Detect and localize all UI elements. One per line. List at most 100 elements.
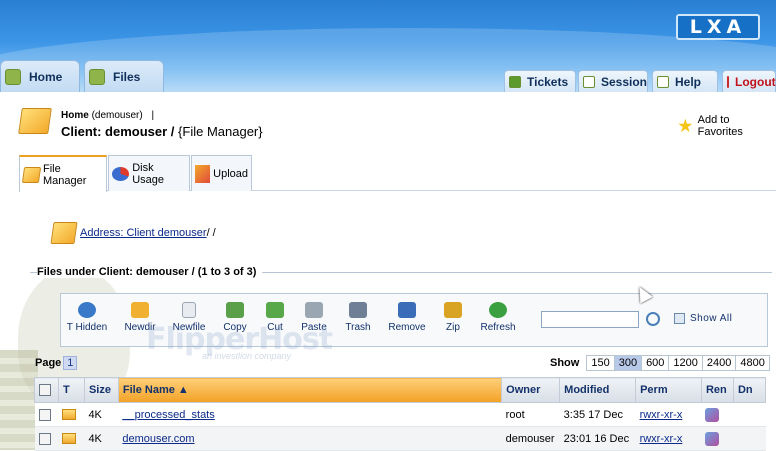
toolbar-refresh-label: Refresh bbox=[480, 322, 516, 333]
lxa-logo: LXA bbox=[676, 14, 760, 40]
client-folder-icon bbox=[18, 108, 52, 134]
upload-icon bbox=[195, 164, 211, 183]
perm-link[interactable]: rwxr-xr-x bbox=[640, 409, 683, 421]
page-size-150[interactable]: 150 bbox=[586, 355, 615, 371]
row-owner: root bbox=[501, 402, 560, 427]
page-size-300[interactable]: 300 bbox=[613, 355, 643, 371]
col-modified[interactable]: Modified bbox=[559, 377, 637, 403]
col-type[interactable]: T bbox=[57, 377, 85, 403]
breadcrumb-home[interactable]: Home bbox=[61, 110, 89, 121]
paste-icon bbox=[305, 302, 323, 318]
toolbar-remove-label: Remove bbox=[388, 322, 426, 333]
address-link[interactable]: Address: Client demouser bbox=[80, 227, 207, 239]
toolbar-trash-label: Trash bbox=[345, 322, 371, 333]
perm-link[interactable]: rwxr-xr-x bbox=[640, 433, 683, 445]
row-download-cell bbox=[733, 402, 766, 427]
tab-session-label: Session bbox=[600, 74, 647, 89]
address-folder-icon bbox=[50, 222, 78, 244]
watermark-tagline: an investlion company bbox=[202, 351, 292, 361]
col-owner[interactable]: Owner bbox=[501, 377, 561, 403]
refresh-icon bbox=[489, 302, 507, 318]
row-modified: 3:35 17 Dec bbox=[559, 402, 636, 427]
page-size-4800[interactable]: 4800 bbox=[735, 355, 770, 371]
row-checkbox[interactable] bbox=[38, 432, 51, 445]
tab-file-manager-label: File Manager bbox=[42, 162, 87, 187]
star-icon bbox=[678, 118, 693, 133]
page-label: Page bbox=[35, 357, 62, 369]
tickets-icon bbox=[509, 75, 521, 88]
tab-tickets[interactable]: Tickets bbox=[504, 70, 576, 92]
folder-icon bbox=[62, 433, 77, 445]
tab-files[interactable]: Files bbox=[84, 60, 164, 92]
show-label: Show bbox=[550, 357, 580, 369]
files-icon bbox=[89, 68, 105, 85]
row-perm-cell: rwxr-xr-x bbox=[635, 426, 702, 451]
tab-session[interactable]: Session bbox=[578, 70, 648, 92]
page-number[interactable]: 1 bbox=[63, 356, 78, 370]
address-trail: / / bbox=[206, 227, 216, 239]
table-row: 4K __processed_stats root 3:35 17 Dec rw… bbox=[34, 402, 766, 427]
toolbar-remove[interactable]: Remove bbox=[384, 302, 430, 333]
tab-home-label: Home bbox=[29, 69, 63, 84]
watermark-server-graphic bbox=[0, 350, 38, 450]
hidden-toggle-icon bbox=[78, 302, 96, 318]
row-rename-cell bbox=[701, 426, 734, 451]
row-name-cell: demouser.com bbox=[118, 426, 502, 451]
row-modified: 23:01 16 Dec bbox=[559, 426, 636, 451]
breadcrumb-user: (demouser) bbox=[91, 110, 143, 121]
page-title-client: Client: demouser / bbox=[61, 124, 175, 139]
col-size[interactable]: Size bbox=[83, 377, 119, 403]
toolbar-zip-label: Zip bbox=[446, 322, 460, 333]
col-download[interactable]: Dn bbox=[732, 377, 767, 403]
tab-logout[interactable]: Logout bbox=[722, 70, 776, 92]
toolbar-hidden-toggle[interactable]: T Hidden bbox=[64, 302, 110, 333]
page-size-2400[interactable]: 2400 bbox=[701, 355, 737, 371]
rename-icon[interactable] bbox=[705, 431, 720, 446]
tab-home[interactable]: Home bbox=[0, 60, 80, 92]
row-size: 4K bbox=[84, 402, 119, 427]
col-select-all[interactable] bbox=[34, 377, 59, 403]
col-perm[interactable]: Perm bbox=[635, 377, 702, 403]
address-bar: Address: Client demouser / / bbox=[50, 222, 216, 244]
folder-icon bbox=[62, 409, 77, 421]
col-file-name[interactable]: File Name ▲ bbox=[117, 377, 503, 403]
toolbar-zip[interactable]: Zip bbox=[430, 302, 476, 333]
tab-files-label: Files bbox=[113, 69, 141, 84]
row-type-cell bbox=[58, 402, 85, 427]
file-name-link[interactable]: demouser.com bbox=[122, 433, 194, 445]
help-icon bbox=[657, 75, 669, 88]
tab-upload-label: Upload bbox=[213, 167, 248, 180]
page-title-section: {File Manager} bbox=[178, 124, 263, 139]
toolbar-refresh[interactable]: Refresh bbox=[475, 302, 521, 333]
search-input[interactable] bbox=[541, 311, 639, 328]
table-header-row: T Size File Name ▲ Owner Modified Perm R… bbox=[34, 377, 767, 403]
row-name-cell: __processed_stats bbox=[118, 402, 502, 427]
rename-icon[interactable] bbox=[705, 407, 720, 422]
tab-logout-label: Logout bbox=[735, 74, 776, 89]
tab-help[interactable]: Help bbox=[652, 70, 718, 92]
page-size-1200[interactable]: 1200 bbox=[668, 355, 703, 371]
new-folder-icon bbox=[131, 302, 149, 318]
page-size-600[interactable]: 600 bbox=[641, 355, 670, 371]
tab-disk-usage[interactable]: Disk Usage bbox=[108, 155, 190, 191]
col-rename[interactable]: Ren bbox=[700, 377, 734, 403]
row-owner: demouser bbox=[501, 426, 560, 451]
show-all-button[interactable]: Show All bbox=[674, 313, 732, 324]
tab-upload[interactable]: Upload bbox=[191, 155, 252, 191]
select-all-checkbox[interactable] bbox=[39, 384, 51, 397]
row-type-cell bbox=[58, 426, 85, 451]
row-checkbox-cell bbox=[34, 426, 59, 451]
add-to-favorites[interactable]: Add to Favorites bbox=[678, 114, 776, 138]
table-row: 4K demouser.com demouser 23:01 16 Dec rw… bbox=[34, 426, 766, 451]
file-name-link[interactable]: __processed_stats bbox=[122, 409, 214, 421]
page-size-selector: Show 150 300 600 1200 2400 4800 bbox=[550, 355, 770, 371]
row-size: 4K bbox=[84, 426, 119, 451]
tab-tickets-label: Tickets bbox=[527, 74, 569, 89]
tab-file-manager[interactable]: File Manager bbox=[19, 155, 107, 192]
pagination: Page 1 bbox=[35, 356, 78, 370]
files-under-heading: Files under Client: demouser / (1 to 3 o… bbox=[37, 266, 263, 278]
file-manager-icon bbox=[21, 166, 42, 183]
search-icon[interactable] bbox=[646, 312, 660, 326]
toolbar-trash[interactable]: Trash bbox=[335, 302, 381, 333]
row-checkbox[interactable] bbox=[38, 408, 51, 421]
